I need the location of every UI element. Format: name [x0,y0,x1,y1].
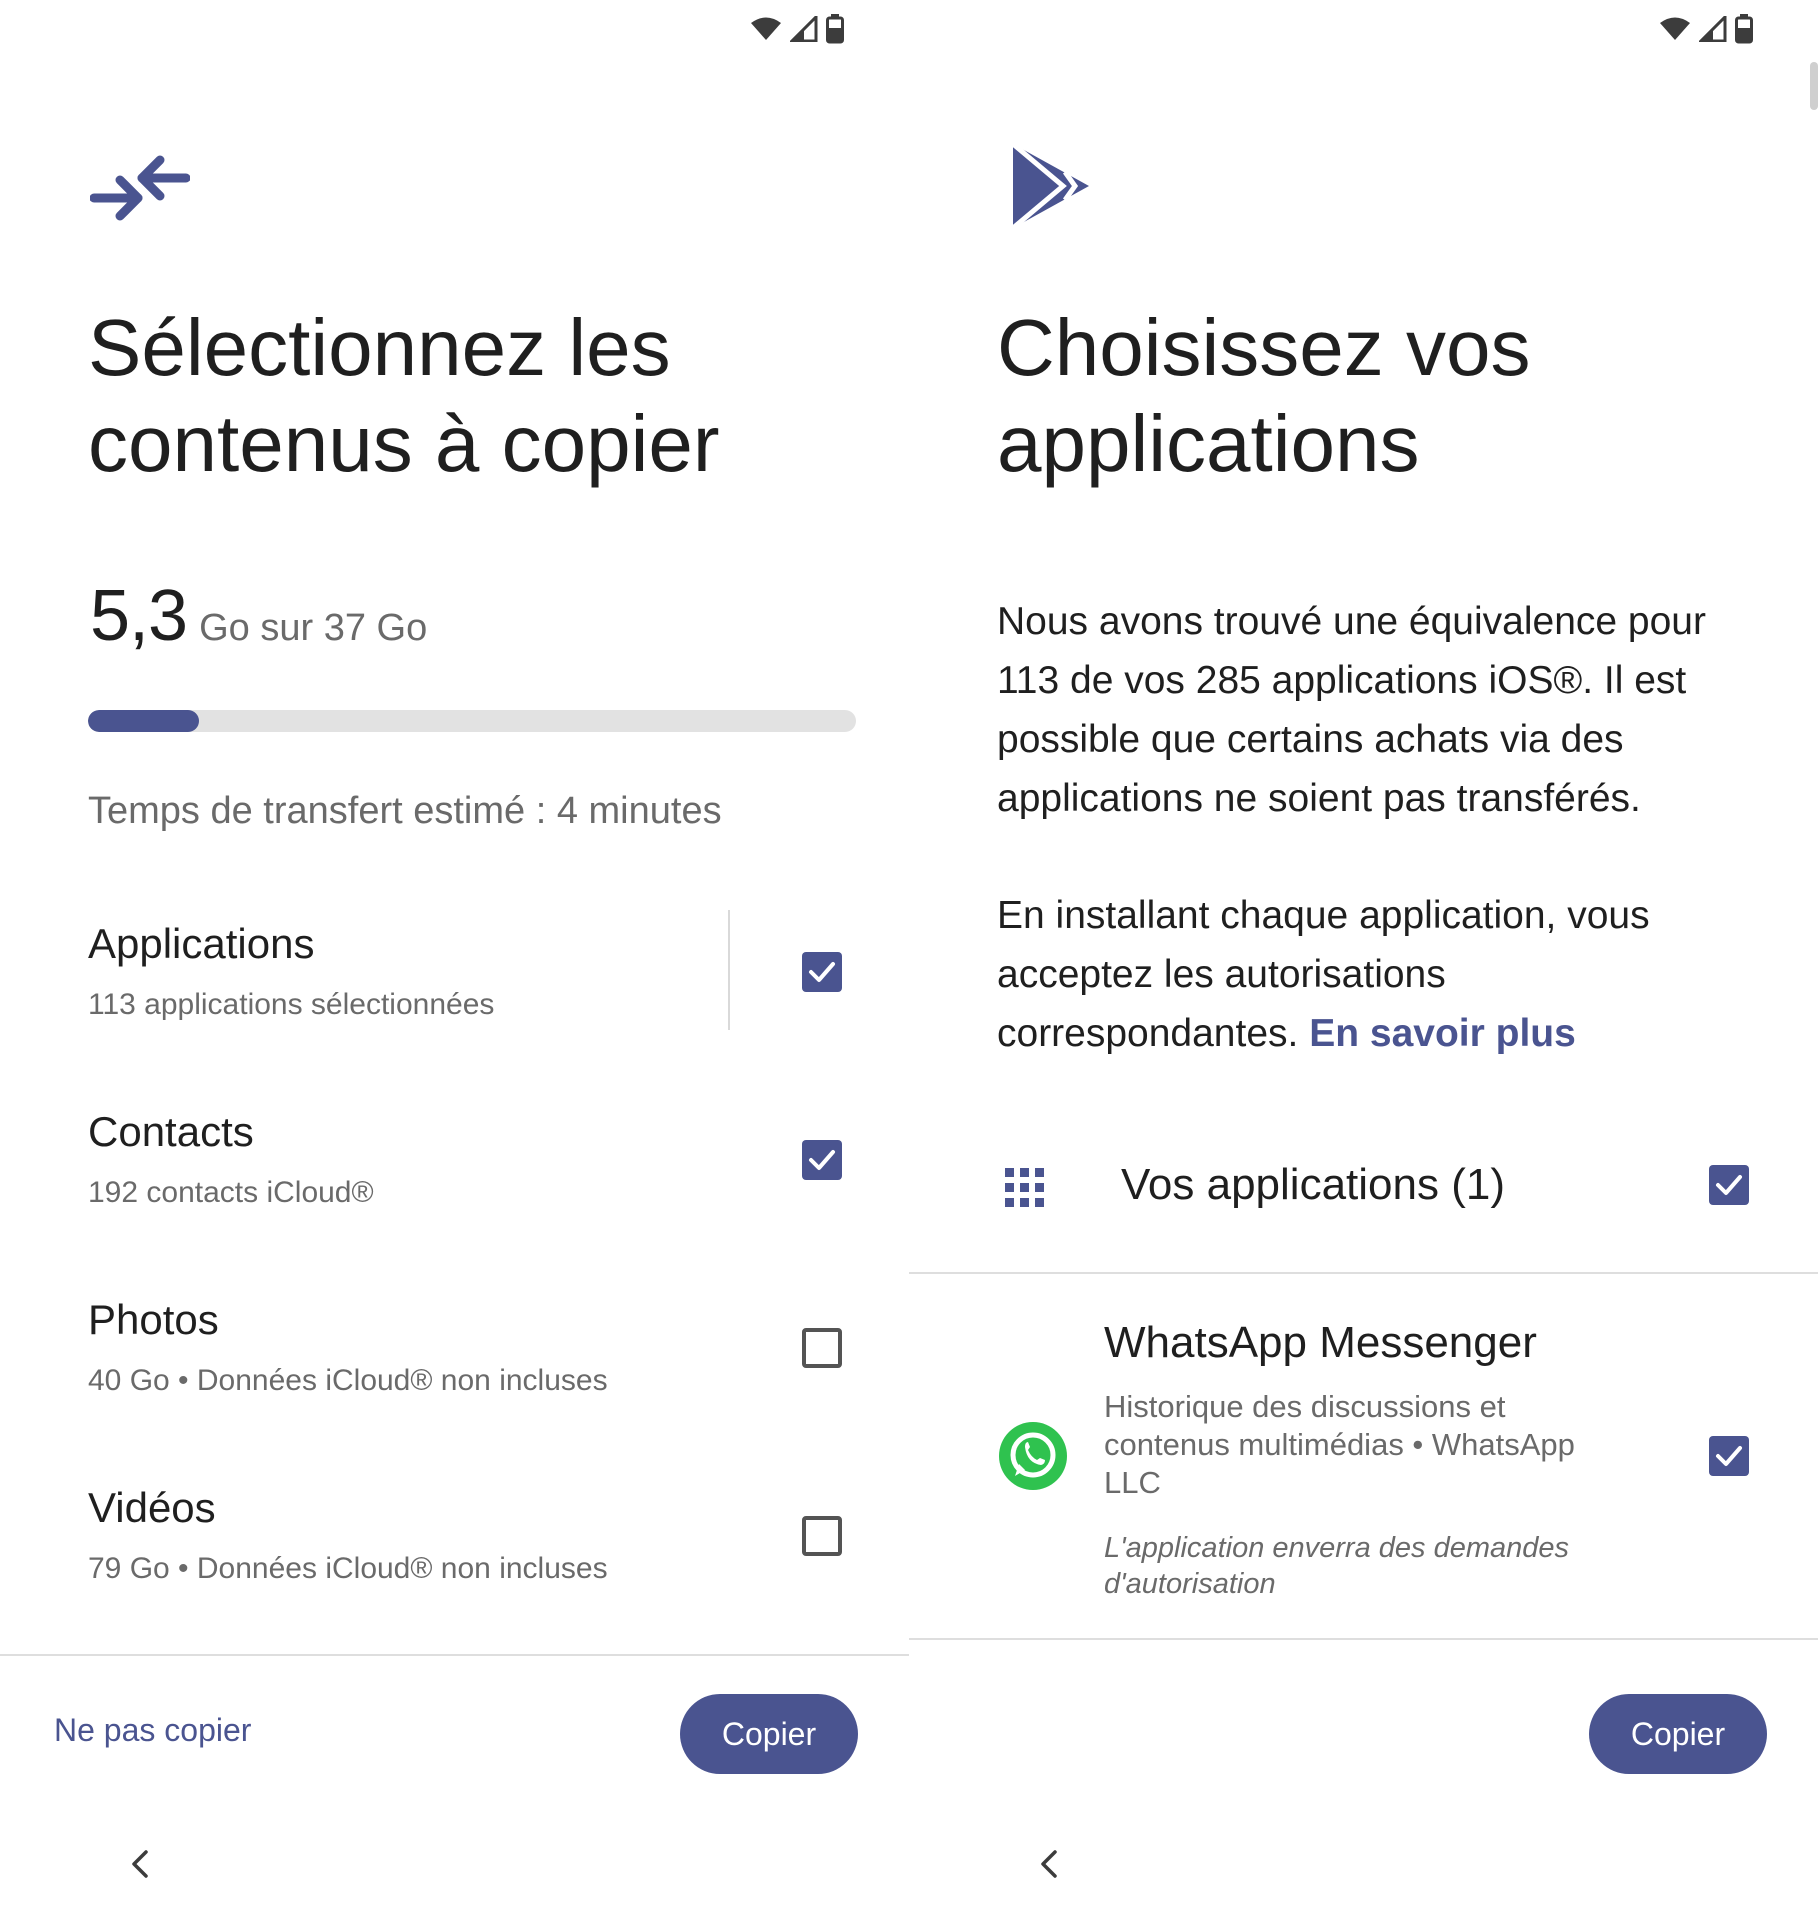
page-title: Sélectionnez les contenus à copier [88,303,720,488]
row-subtitle: 192 contacts iCloud® [88,1176,374,1209]
row-title: Vidéos [88,1484,216,1531]
cellular-signal-icon [1699,16,1727,42]
all-apps-checkbox[interactable] [1709,1165,1749,1205]
back-chevron-icon[interactable] [1037,1846,1061,1882]
footer-divider [0,1654,909,1656]
videos-checkbox[interactable] [802,1516,842,1556]
checkmark-icon [1716,1175,1742,1195]
battery-icon [1735,14,1753,44]
row-title: Applications [88,920,315,967]
content-row-applications[interactable]: Applications 113 applications sélectionn… [88,910,858,1070]
apps-grid-icon [1005,1168,1044,1207]
cellular-signal-icon [790,16,818,42]
copy-button[interactable]: Copier [1589,1694,1767,1774]
whatsapp-icon [999,1422,1067,1490]
permissions-description: En installant chaque application, vous a… [997,886,1757,1063]
app-name: WhatsApp Messenger [1104,1318,1537,1367]
storage-progress-fill [88,710,200,732]
row-divider [728,910,730,1030]
row-subtitle: 79 Go • Données iCloud® non incluses [88,1552,608,1585]
row-title: Photos [88,1296,219,1343]
checkmark-icon [1716,1446,1742,1466]
scrollbar[interactable] [1810,62,1818,110]
back-chevron-icon[interactable] [128,1846,152,1882]
section-divider [909,1272,1818,1274]
transfer-arrows-icon [90,155,190,221]
checkmark-icon [809,962,835,982]
wifi-icon [1660,17,1690,40]
section-divider [909,1638,1818,1640]
content-row-contacts[interactable]: Contacts 192 contacts iCloud® [88,1108,858,1258]
choose-apps-screen: Choisissez vos applications Nous avons t… [909,0,1818,1920]
checkmark-icon [809,1150,835,1170]
row-title: Contacts [88,1108,254,1155]
status-bar [750,14,844,44]
page-title: Choisissez vos applications [997,303,1531,488]
storage-used: 5,3 [90,576,188,656]
app-subtitle: Historique des discussions et contenus m… [1104,1389,1575,1500]
skip-copy-button[interactable]: Ne pas copier [54,1712,251,1749]
copy-button[interactable]: Copier [680,1694,858,1774]
your-apps-header: Vos applications (1) [1121,1160,1505,1209]
photos-checkbox[interactable] [802,1328,842,1368]
applications-checkbox[interactable] [802,952,842,992]
battery-icon [826,14,844,44]
row-subtitle: 40 Go • Données iCloud® non incluses [88,1364,608,1397]
content-row-photos[interactable]: Photos 40 Go • Données iCloud® non inclu… [88,1296,858,1446]
wifi-icon [751,17,781,40]
whatsapp-checkbox[interactable] [1709,1436,1749,1476]
storage-progress-bar [88,710,856,732]
storage-summary: 5,3 Go sur 37 Go [90,575,427,657]
status-bar [1659,14,1753,44]
estimated-transfer-time: Temps de transfert estimé : 4 minutes [88,790,722,832]
storage-total: Go sur 37 Go [199,607,428,649]
learn-more-link[interactable]: En savoir plus [1309,1012,1576,1055]
content-row-videos[interactable]: Vidéos 79 Go • Données iCloud® non inclu… [88,1484,858,1634]
screenshot-root: Sélectionnez les contenus à copier 5,3 G… [0,0,1819,1920]
contacts-checkbox[interactable] [802,1140,842,1180]
row-subtitle: 113 applications sélectionnées [88,988,495,1021]
equivalence-description: Nous avons trouvé une équivalence pour 1… [997,600,1706,820]
select-content-screen: Sélectionnez les contenus à copier 5,3 G… [0,0,909,1920]
app-permission-note: L'application enverra des demandes d'aut… [1104,1532,1570,1600]
play-store-icon [1011,142,1089,230]
